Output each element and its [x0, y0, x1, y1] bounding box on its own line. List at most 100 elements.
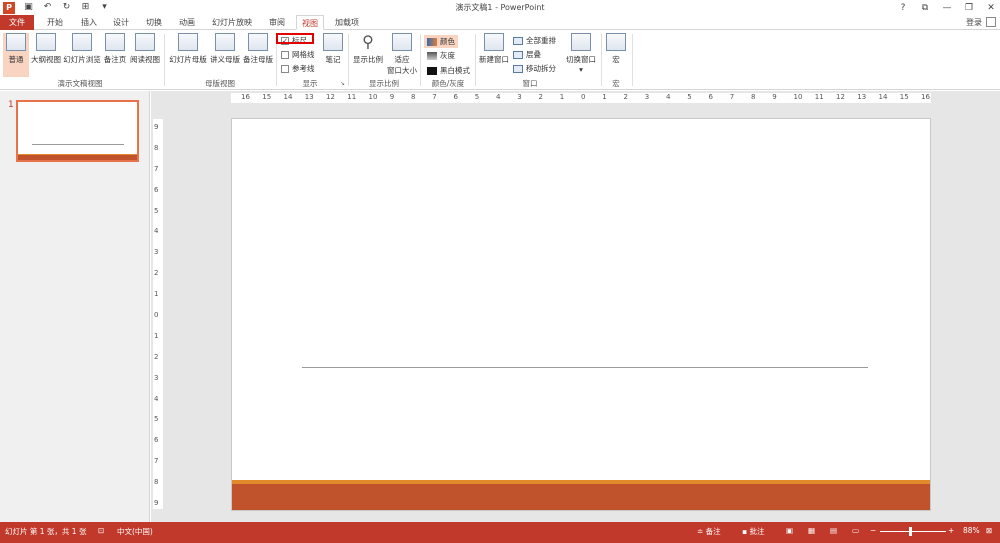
- tab-view[interactable]: 视图: [296, 15, 324, 30]
- ruler-tick-label: 13: [304, 93, 314, 101]
- ruler-tick-label: 4: [154, 227, 159, 236]
- move-split-icon: [513, 64, 523, 73]
- ruler-tick-label: 1: [602, 93, 607, 101]
- cascade-button[interactable]: 层叠: [513, 49, 541, 60]
- tab-insert[interactable]: 插入: [74, 15, 104, 30]
- zoom-in-icon[interactable]: +: [948, 526, 954, 535]
- tab-review[interactable]: 审阅: [262, 15, 292, 30]
- handout-master-button[interactable]: 讲义母版: [208, 33, 242, 65]
- ruler-tick-label: 3: [517, 93, 522, 101]
- arrange-all-button[interactable]: 全部重排: [513, 35, 556, 46]
- ribbon: 普通 大纲视图 幻灯片浏览 备注页 阅读视图 演示文稿视图 幻灯片母版 讲义母版…: [0, 30, 1000, 90]
- minimize-icon[interactable]: —: [942, 3, 952, 13]
- normal-view-status-icon[interactable]: ▣: [786, 526, 793, 535]
- slide-footer-bar: [232, 484, 930, 510]
- slides-pane: 1: [0, 91, 150, 522]
- login-link[interactable]: 登录: [966, 17, 982, 28]
- slide-number: 1: [8, 100, 14, 110]
- zoom-out-icon[interactable]: −: [870, 526, 876, 535]
- slide-thumbnail[interactable]: [16, 100, 139, 162]
- magnifier-icon: ⚲: [362, 32, 374, 51]
- zoom-button[interactable]: ⚲ 显示比例: [352, 33, 384, 65]
- language-indicator[interactable]: 中文(中国): [117, 526, 153, 537]
- slide-show-status-icon[interactable]: ▭: [852, 526, 859, 535]
- outline-view-button[interactable]: 大纲视图: [30, 33, 62, 65]
- slide-sorter-icon: [72, 33, 92, 51]
- color-option[interactable]: 颜色: [424, 35, 458, 48]
- ruler-tick-label: 3: [154, 248, 159, 257]
- ribbon-display-icon[interactable]: ⧉: [920, 3, 930, 13]
- tab-design[interactable]: 设计: [106, 15, 136, 30]
- spellcheck-icon[interactable]: ⊡: [98, 526, 104, 535]
- ruler-tick-label: 5: [154, 206, 159, 215]
- restore-icon[interactable]: ❐: [964, 3, 974, 13]
- notes-master-button[interactable]: 备注母版: [242, 33, 274, 65]
- macros-icon: [606, 33, 626, 51]
- black-white-option[interactable]: 黑白模式: [427, 65, 470, 76]
- move-split-button[interactable]: 移动拆分: [513, 63, 556, 74]
- close-icon[interactable]: ✕: [986, 3, 996, 13]
- normal-view-button[interactable]: 普通: [3, 33, 29, 77]
- macros-button[interactable]: 宏: [604, 33, 628, 65]
- help-icon[interactable]: ?: [898, 3, 908, 13]
- ruler-tick-label: 0: [154, 311, 159, 319]
- ruler-tick-label: 15: [262, 93, 272, 101]
- ruler-tick-label: 11: [347, 93, 357, 101]
- slide-divider-line: [302, 367, 868, 368]
- tab-transitions[interactable]: 切换: [139, 15, 169, 30]
- ribbon-tabs: 文件 开始 插入 设计 切换 动画 幻灯片放映 审阅 视图 加载项 登录: [0, 15, 1000, 30]
- group-separator: [475, 34, 476, 86]
- slide-sorter-status-icon[interactable]: ▦: [808, 526, 815, 535]
- tab-animations[interactable]: 动画: [172, 15, 202, 30]
- new-window-button[interactable]: 新建窗口: [478, 33, 510, 65]
- ruler-tick-label: 7: [154, 457, 159, 466]
- ruler-tick-label: 8: [751, 93, 756, 101]
- ruler-tick-label: 11: [814, 93, 824, 101]
- zoom-level[interactable]: 88%: [963, 526, 980, 535]
- status-bar: 幻灯片 第 1 张，共 1 张 ⊡ 中文(中国) ≐ 备注 ▪ 批注 ▣ ▦ ▤…: [0, 522, 1000, 543]
- slide-editor: 16 15 14 13 12 11 10 9 8 7 6 5 4 3 2 1 0 1 2 3 4 5 6 7 8 9 10 11 12 1…: [151, 91, 1000, 522]
- ruler-tick-label: 1: [154, 331, 159, 340]
- slide-sorter-button[interactable]: 幻灯片浏览: [63, 33, 101, 65]
- notes-page-button[interactable]: 备注页: [102, 33, 128, 65]
- group-separator: [632, 34, 633, 86]
- notes-status-button[interactable]: ≐ 备注: [697, 526, 721, 537]
- tab-add-ins[interactable]: 加载项: [330, 15, 364, 30]
- ruler-tick-label: 14: [283, 93, 293, 101]
- slide-info: 幻灯片 第 1 张，共 1 张: [5, 527, 87, 536]
- notes-button[interactable]: 笔记: [321, 33, 345, 65]
- zoom-slider[interactable]: [880, 531, 946, 532]
- fit-to-window-button[interactable]: 适应 窗口大小: [385, 33, 419, 76]
- guides-checkbox[interactable]: 参考线: [281, 63, 315, 74]
- ruler-tick-label: 9: [389, 93, 395, 101]
- reading-view-icon: [135, 33, 155, 51]
- slide-canvas[interactable]: [231, 118, 931, 511]
- ruler-tick-label: 2: [623, 93, 628, 101]
- tab-slide-show[interactable]: 幻灯片放映: [206, 15, 258, 30]
- account-icon[interactable]: [986, 17, 996, 27]
- ruler-tick-label: 5: [474, 93, 480, 101]
- zoom-slider-thumb[interactable]: [908, 527, 912, 536]
- ruler-tick-label: 12: [326, 93, 335, 101]
- tab-file[interactable]: 文件: [0, 15, 34, 30]
- reading-view-button[interactable]: 阅读视图: [129, 33, 161, 65]
- grayscale-swatch-icon: [427, 51, 437, 60]
- gridlines-checkbox[interactable]: 网格线: [281, 49, 315, 60]
- slide-master-button[interactable]: 幻灯片母版: [168, 33, 208, 65]
- switch-windows-button[interactable]: 切换窗口 ▾: [564, 33, 598, 74]
- ruler-tick-label: 3: [154, 373, 159, 382]
- new-window-icon: [484, 33, 504, 51]
- tab-home[interactable]: 开始: [40, 15, 70, 30]
- fit-slide-icon[interactable]: ⊠: [986, 526, 992, 535]
- ruler-tick-label: 2: [538, 93, 543, 101]
- reading-view-status-icon[interactable]: ▤: [830, 526, 837, 535]
- grayscale-option[interactable]: 灰度: [427, 50, 455, 61]
- ruler-tick-label: 9: [154, 123, 159, 131]
- dialog-launcher-icon[interactable]: ↘: [340, 80, 345, 87]
- comments-status-button[interactable]: ▪ 批注: [742, 526, 764, 537]
- horizontal-ruler[interactable]: 16 15 14 13 12 11 10 9 8 7 6 5 4 3 2 1 0 1 2 3 4 5 6 7 8 9 10 11 12 1…: [231, 93, 931, 103]
- notes-icon: [323, 33, 343, 51]
- ruler-tick-label: 15: [899, 93, 909, 101]
- ruler-tick-label: 1: [559, 93, 565, 101]
- vertical-ruler[interactable]: 9 8 7 6 5 4 3 2 1 0 1 2 3 4 5 6 7 8 9: [153, 119, 163, 509]
